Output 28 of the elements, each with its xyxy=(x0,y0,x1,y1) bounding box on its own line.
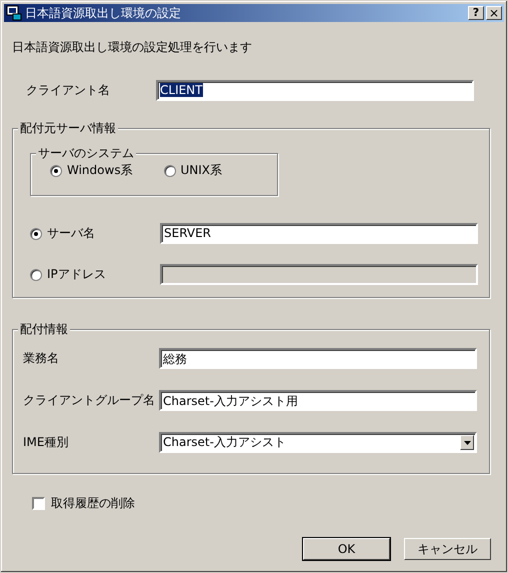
window-title: 日本語資源取出し環境の設定 xyxy=(25,4,181,22)
checkbox-label: 取得履歴の削除 xyxy=(51,495,135,512)
close-button[interactable]: × xyxy=(486,6,502,20)
group-title: サーバのシステム xyxy=(36,146,136,160)
radio-label: IPアドレス xyxy=(47,266,106,283)
radio-button[interactable] xyxy=(50,164,62,176)
input-field[interactable]: Charset-入力アシスト用 xyxy=(159,390,477,411)
field-label: 業務名 xyxy=(23,350,59,367)
description-text: 日本語資源取出し環境の設定処理を行います xyxy=(12,39,253,55)
radio-label: UNIX系 xyxy=(180,162,222,179)
field-label: IME種別 xyxy=(23,434,68,451)
field-label: クライアントグループ名 xyxy=(23,392,155,409)
checkbox[interactable] xyxy=(32,497,45,510)
input-field[interactable]: CLIENT xyxy=(156,80,474,101)
radio-label: Windows系 xyxy=(67,162,133,179)
ok-button[interactable]: OK xyxy=(303,538,390,560)
radio-button[interactable] xyxy=(30,228,42,240)
group-title: 配付情報 xyxy=(18,322,70,336)
cancel-button[interactable]: キャンセル xyxy=(404,538,491,560)
help-button[interactable]: ? xyxy=(468,6,484,20)
radio-button[interactable] xyxy=(164,164,176,176)
input-field[interactable]: SERVER xyxy=(160,223,478,244)
dropdown[interactable]: Charset-入力アシスト xyxy=(159,432,477,453)
radio-label: サーバ名 xyxy=(47,225,95,242)
input-field[interactable]: 総務 xyxy=(159,348,477,369)
computer-icon xyxy=(6,5,22,21)
group-title: 配付元サーバ情報 xyxy=(18,121,118,135)
field-label: クライアント名 xyxy=(26,82,110,99)
